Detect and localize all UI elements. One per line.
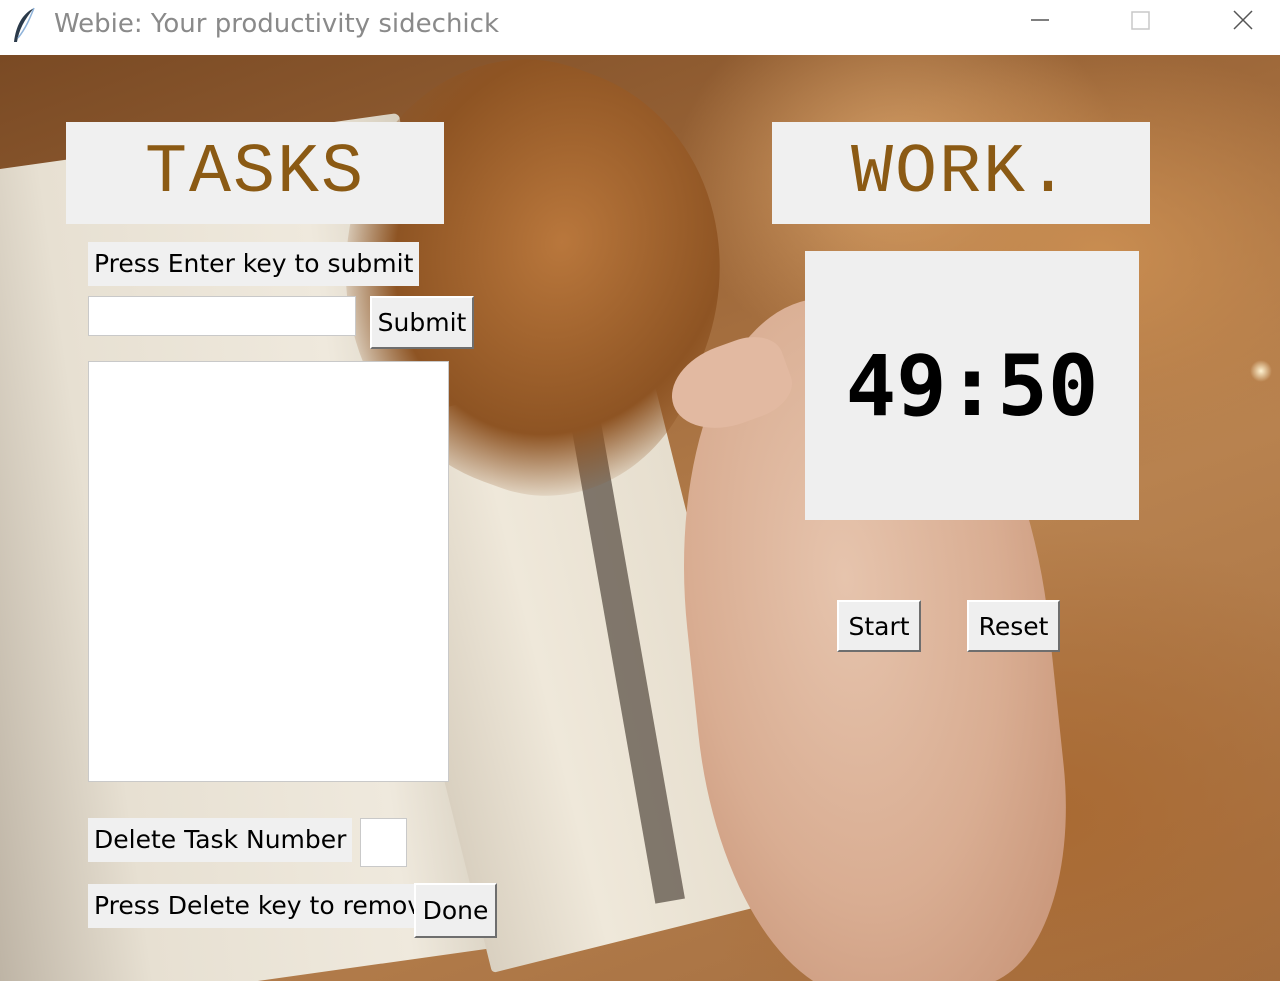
feather-icon <box>14 7 35 42</box>
timer-display: 49:50 <box>845 336 1099 435</box>
submit-hint-label: Press Enter key to submit <box>88 242 420 286</box>
reset-button[interactable]: Reset <box>967 600 1060 652</box>
maximize-button[interactable] <box>1110 0 1170 44</box>
minimize-button[interactable] <box>1010 0 1070 44</box>
title-bar: Webie: Your productivity sidechick <box>0 0 1280 55</box>
work-heading: WORK. <box>850 133 1072 213</box>
work-heading-box: WORK. <box>772 122 1150 224</box>
tasks-heading: TASKS <box>144 133 366 213</box>
window-title: Webie: Your productivity sidechick <box>54 9 499 39</box>
submit-button[interactable]: Submit <box>370 296 474 349</box>
timer-display-box: 49:50 <box>805 251 1139 520</box>
light-glow <box>1250 360 1272 382</box>
maximize-icon <box>1131 11 1150 30</box>
done-button[interactable]: Done <box>414 883 497 938</box>
tasks-heading-box: TASKS <box>66 122 444 224</box>
delete-number-input[interactable] <box>360 818 407 867</box>
task-input[interactable] <box>88 296 356 336</box>
close-button[interactable] <box>1213 0 1273 44</box>
minimize-icon <box>1031 19 1049 21</box>
close-icon <box>1233 10 1253 30</box>
start-button[interactable]: Start <box>837 600 921 652</box>
task-listbox[interactable] <box>88 361 449 782</box>
delete-hint-label: Press Delete key to remove <box>88 884 444 928</box>
delete-task-label: Delete Task Number <box>88 818 353 862</box>
